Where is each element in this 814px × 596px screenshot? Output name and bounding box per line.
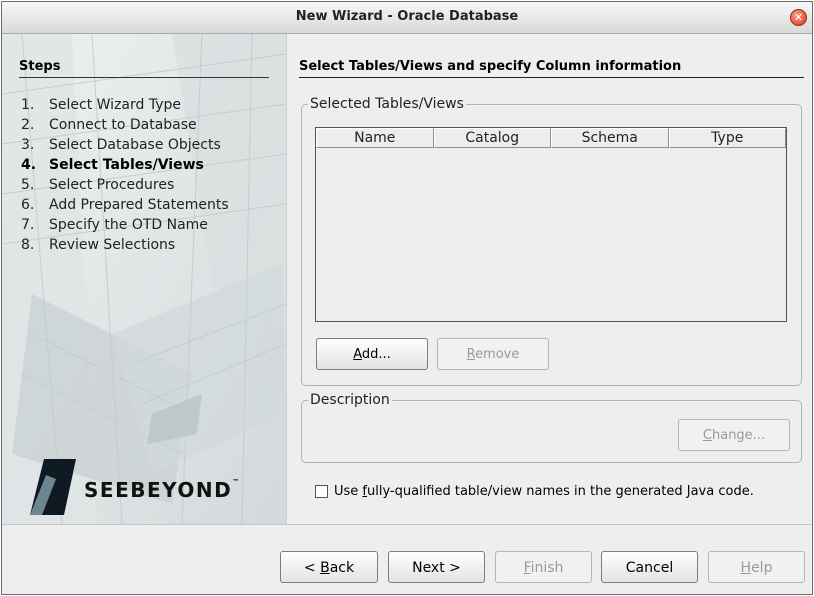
step-item: 1. Select Wizard Type bbox=[21, 95, 229, 115]
back-mnemonic: B bbox=[320, 560, 330, 576]
change-label: hange... bbox=[711, 428, 766, 443]
step-item: 2. Connect to Database bbox=[21, 115, 229, 135]
steps-panel: Steps 1. Select Wizard Type 2. Connect to … bbox=[2, 34, 287, 524]
change-mnemonic: C bbox=[702, 428, 712, 443]
steps-heading: Steps bbox=[19, 59, 61, 74]
finish-button[interactable]: Finish bbox=[495, 551, 592, 583]
seebeyond-logo: SEEBEYOND™ bbox=[28, 457, 268, 517]
steps-divider bbox=[19, 77, 269, 78]
window-title: New Wizard - Oracle Database bbox=[295, 9, 519, 24]
step-label: Select Wizard Type bbox=[49, 97, 181, 113]
fully-qualified-option[interactable]: Use fully-qualified table/view names in … bbox=[315, 481, 754, 501]
step-item: 8. Review Selections bbox=[21, 235, 229, 255]
step-item: 3. Select Database Objects bbox=[21, 135, 229, 155]
step-number: 7. bbox=[21, 217, 35, 233]
column-header-schema[interactable]: Schema bbox=[551, 128, 669, 148]
step-label: Select Procedures bbox=[49, 177, 175, 193]
help-button[interactable]: Help bbox=[708, 551, 805, 583]
wizard-footer: < Back Next > Finish Cancel Help bbox=[2, 524, 812, 594]
add-label: dd... bbox=[361, 347, 391, 362]
add-mnemonic: A bbox=[353, 347, 362, 362]
step-label: Review Selections bbox=[49, 237, 176, 253]
step-label: Connect to Database bbox=[49, 117, 197, 133]
step-number: 3. bbox=[21, 137, 35, 153]
back-button[interactable]: < Back bbox=[280, 551, 378, 583]
checkbox-label-pre: Use bbox=[334, 483, 363, 499]
fully-qualified-label[interactable]: Use fully-qualified table/view names in … bbox=[334, 484, 754, 499]
step-label: Specify the OTD Name bbox=[49, 217, 208, 233]
step-number: 5. bbox=[21, 177, 35, 193]
fully-qualified-checkbox[interactable] bbox=[315, 484, 328, 498]
column-header-type[interactable]: Type bbox=[668, 128, 786, 148]
change-button[interactable]: Change... bbox=[678, 419, 790, 451]
content-panel: Select Tables/Views and specify Column i… bbox=[287, 34, 812, 524]
step-number: 4. bbox=[21, 157, 37, 173]
steps-list: 1. Select Wizard Type 2. Connect to Databa… bbox=[21, 95, 229, 255]
finish-mnemonic: F bbox=[523, 560, 531, 576]
table-header: Name Catalog Schema Type bbox=[316, 128, 786, 148]
logo-wordmark: SEEBEYOND™ bbox=[84, 478, 241, 502]
column-header-name[interactable]: Name bbox=[316, 128, 434, 148]
back-label: ack bbox=[329, 560, 355, 576]
step-item: 7. Specify the OTD Name bbox=[21, 215, 229, 235]
remove-button[interactable]: Remove bbox=[437, 338, 549, 370]
step-item-current: 4. Select Tables/Views bbox=[21, 155, 229, 175]
next-button[interactable]: Next > bbox=[388, 551, 485, 583]
page-title: Select Tables/Views and specify Column i… bbox=[299, 59, 682, 74]
remove-mnemonic: R bbox=[466, 347, 476, 362]
logo-text: SEEBEYOND bbox=[84, 478, 233, 502]
selected-tables-legend: Selected Tables/Views bbox=[310, 96, 464, 112]
finish-label: inish bbox=[530, 560, 564, 576]
step-number: 8. bbox=[21, 237, 35, 253]
title-bar[interactable]: New Wizard - Oracle Database ✕ bbox=[2, 2, 812, 34]
step-number: 2. bbox=[21, 117, 35, 133]
description-legend: Description bbox=[310, 392, 390, 408]
step-item: 5. Select Procedures bbox=[21, 175, 229, 195]
wizard-window: New Wizard - Oracle Database ✕ Steps 1. … bbox=[1, 1, 813, 595]
help-label: elp bbox=[751, 560, 773, 576]
step-item: 6. Add Prepared Statements bbox=[21, 195, 229, 215]
close-icon[interactable]: ✕ bbox=[790, 9, 807, 26]
title-divider bbox=[299, 77, 804, 78]
cancel-button[interactable]: Cancel bbox=[601, 551, 698, 583]
logo-mark-icon bbox=[30, 459, 76, 515]
step-label: Select Database Objects bbox=[49, 137, 221, 153]
step-label: Select Tables/Views bbox=[49, 157, 204, 173]
logo-tm: ™ bbox=[232, 478, 241, 486]
column-header-catalog[interactable]: Catalog bbox=[433, 128, 551, 148]
help-mnemonic: H bbox=[740, 560, 752, 576]
add-button[interactable]: Add... bbox=[316, 338, 428, 370]
tables-views-table[interactable]: Name Catalog Schema Type bbox=[315, 127, 787, 322]
remove-label: emove bbox=[475, 347, 520, 362]
step-label: Add Prepared Statements bbox=[49, 197, 229, 213]
step-number: 6. bbox=[21, 197, 35, 213]
back-prefix: < bbox=[303, 560, 321, 576]
checkbox-label-post: ully-qualified table/view names in the g… bbox=[367, 483, 754, 499]
step-number: 1. bbox=[21, 97, 35, 113]
